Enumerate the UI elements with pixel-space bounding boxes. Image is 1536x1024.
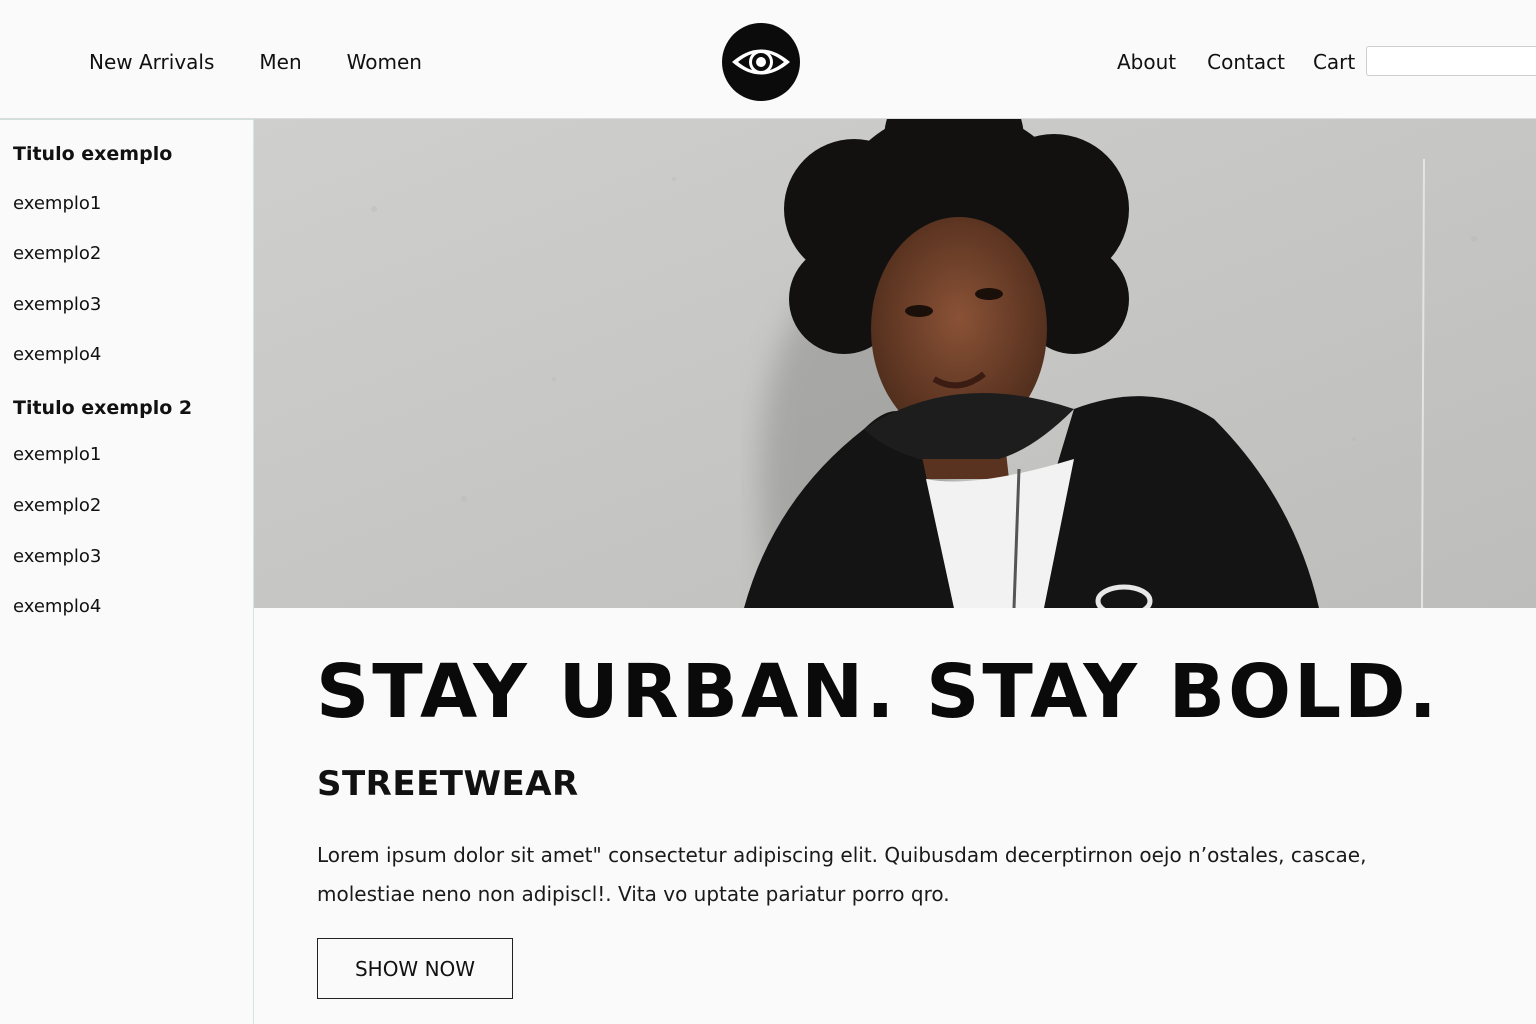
sidebar-item[interactable]: exemplo4 [13,344,101,365]
sidebar-item[interactable]: exemplo4 [13,596,101,617]
hero-photo [254,119,1536,608]
sidebar: Titulo exemplo exemplo1 exemplo2 exemplo… [0,119,254,1024]
hero-subheadline: STREETWEAR [317,764,579,804]
sidebar-item[interactable]: exemplo2 [13,243,101,264]
sidebar-item[interactable]: exemplo1 [13,193,101,214]
nav-new-arrivals[interactable]: New Arrivals [89,50,214,74]
sidebar-item[interactable]: exemplo1 [13,444,101,465]
nav-cart[interactable]: Cart [1313,50,1355,74]
sidebar-item[interactable]: exemplo3 [13,546,101,567]
shop-now-button[interactable]: SHOW NOW [317,938,513,999]
hero-description: Lorem ipsum dolor sit amet" consectetur … [317,843,1367,906]
hero-image [254,119,1536,608]
sidebar-section-title: Titulo exemplo [13,143,173,165]
nav-contact[interactable]: Contact [1207,50,1285,74]
primary-nav: New Arrivals Men Women [89,50,422,74]
secondary-nav: About Contact Cart [1117,50,1355,74]
search-input[interactable] [1366,46,1536,76]
eye-icon[interactable] [722,23,800,101]
sidebar-item[interactable]: exemplo3 [13,294,101,315]
sidebar-item[interactable]: exemplo2 [13,495,101,516]
hero-headline: STAY URBAN. STAY BOLD. [316,649,1440,735]
sidebar-section-title: Titulo exemplo 2 [13,397,193,419]
nav-women[interactable]: Women [347,50,422,74]
nav-men[interactable]: Men [259,50,301,74]
nav-about[interactable]: About [1117,50,1176,74]
site-header: New Arrivals Men Women About Contact Car… [0,0,1536,119]
